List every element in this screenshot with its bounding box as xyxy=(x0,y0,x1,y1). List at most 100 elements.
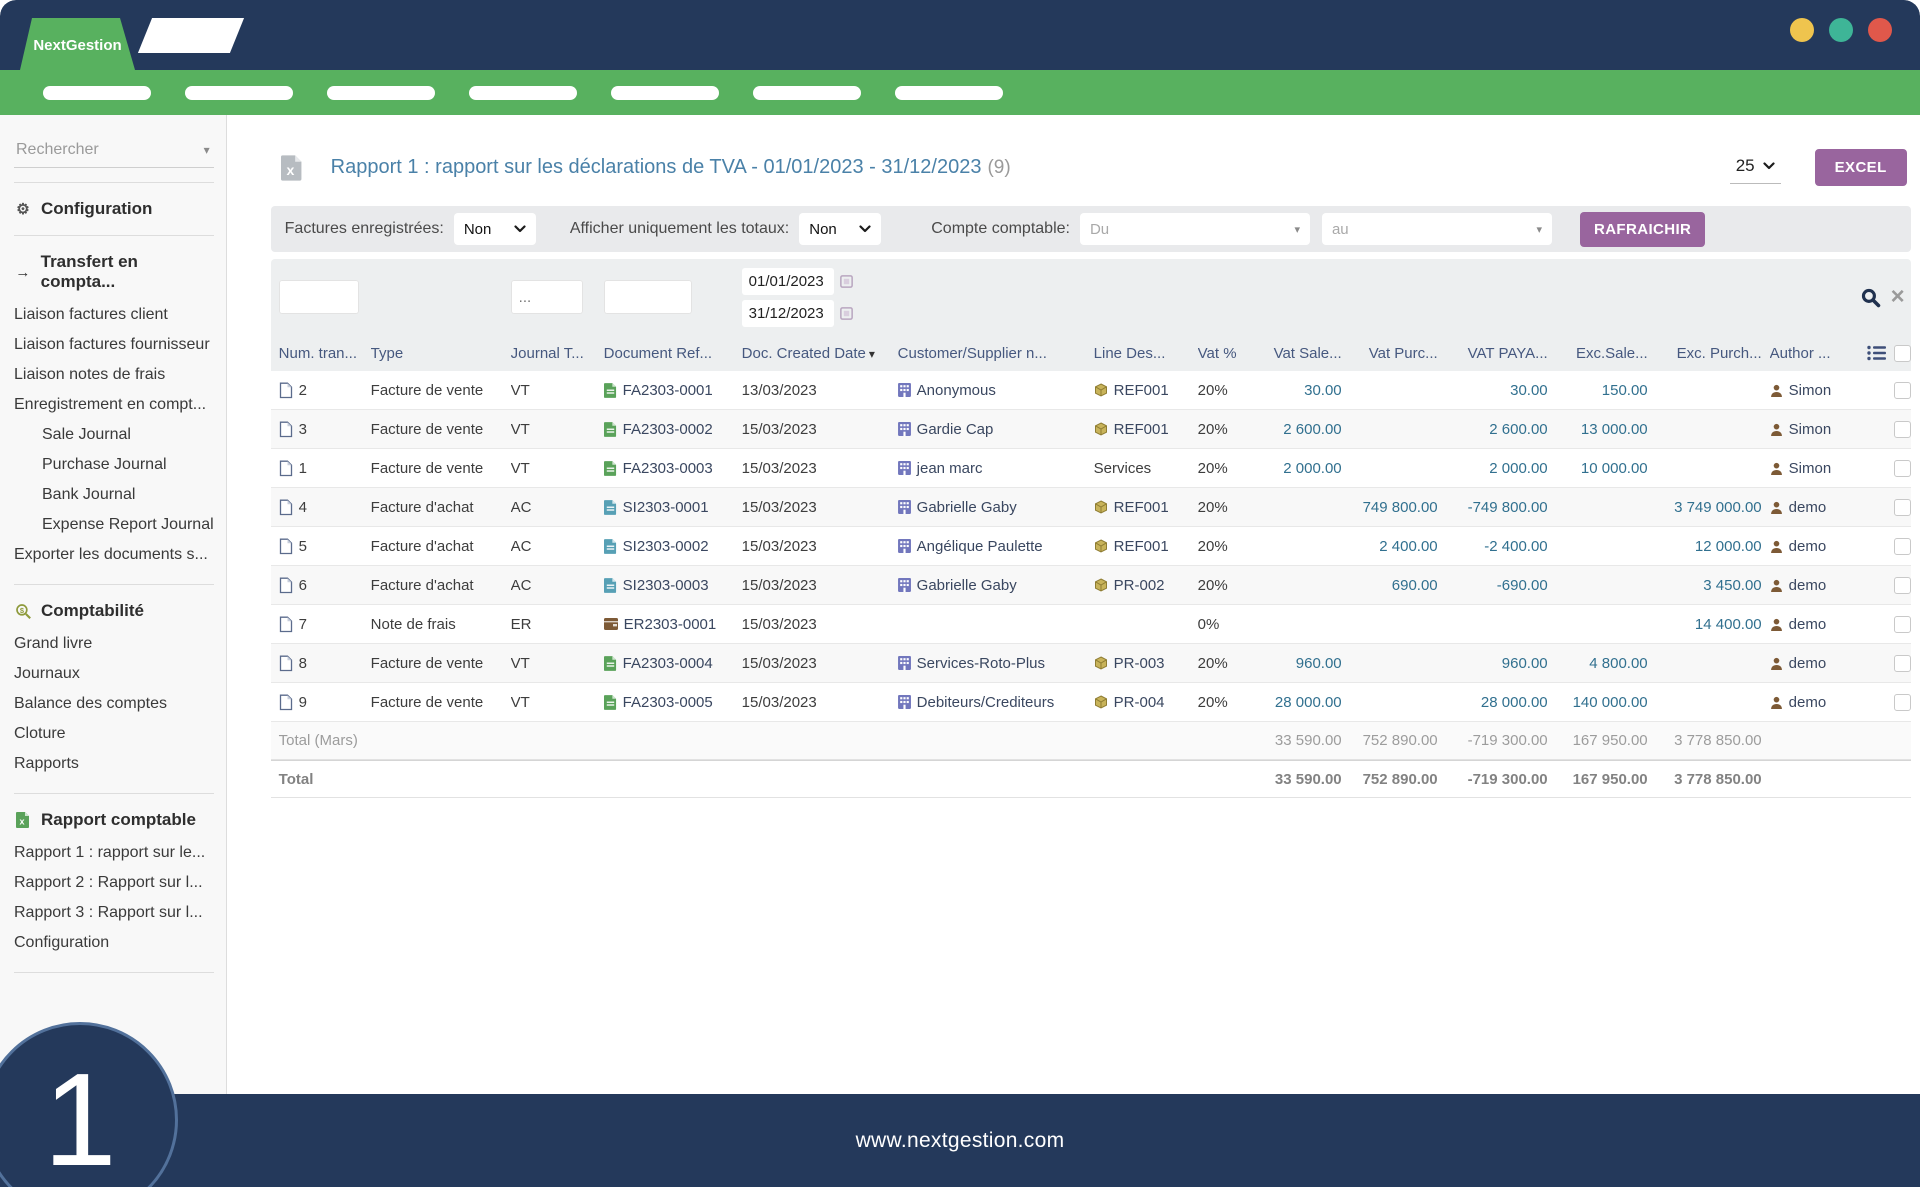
row-checkbox[interactable] xyxy=(1894,616,1911,633)
cell-customer: Gabrielle Gaby xyxy=(898,499,1094,516)
table-row[interactable]: 1Facture de venteVTFA2303-000315/03/2023… xyxy=(271,449,1911,488)
column-header[interactable]: Exc. Purch... xyxy=(1656,345,1770,362)
sidebar-item[interactable]: Liaison factures fournisseur xyxy=(14,330,214,360)
column-header[interactable]: Customer/Supplier n... xyxy=(898,345,1094,362)
nav-menu-pill[interactable] xyxy=(895,86,1003,100)
table-row[interactable]: 3Facture de venteVTFA2303-000215/03/2023… xyxy=(271,410,1911,449)
total-exc-purchase: 3 778 850.00 xyxy=(1656,732,1770,749)
list-view-icon[interactable] xyxy=(1860,345,1894,361)
account-to-select[interactable]: au ▾ xyxy=(1322,213,1552,245)
table-row[interactable]: 2Facture de venteVTFA2303-000113/03/2023… xyxy=(271,371,1911,410)
column-header[interactable]: Journal T... xyxy=(511,345,604,362)
row-checkbox[interactable] xyxy=(1894,538,1911,555)
cell-line-desc: REF001 xyxy=(1094,538,1198,555)
column-header[interactable]: Document Ref... xyxy=(604,345,742,362)
sidebar-item[interactable]: Rapport 2 : Rapport sur l... xyxy=(14,868,214,898)
sidebar-item[interactable]: Configuration xyxy=(14,928,214,958)
sidebar-search-placeholder: Rechercher xyxy=(16,141,99,159)
column-header[interactable]: Author ... xyxy=(1770,345,1860,362)
table-row[interactable]: 8Facture de venteVTFA2303-000415/03/2023… xyxy=(271,644,1911,683)
registered-filter-select[interactable]: Non xyxy=(454,213,536,245)
row-checkbox[interactable] xyxy=(1894,577,1911,594)
table-row[interactable]: 6Facture d'achatACSI2303-000315/03/2023G… xyxy=(271,566,1911,605)
sidebar-item[interactable]: Purchase Journal xyxy=(14,450,214,480)
table-row[interactable]: 7Note de fraisERER2303-000115/03/20230%1… xyxy=(271,605,1911,644)
sort-caret-icon: ▾ xyxy=(869,347,875,361)
cell-vat-payable: 2 000.00 xyxy=(1446,460,1556,477)
search-icon[interactable] xyxy=(1860,287,1881,308)
brand-tab[interactable]: NextGestion xyxy=(20,18,135,70)
sidebar-item[interactable]: Grand livre xyxy=(14,629,214,659)
page-size-select[interactable]: 25 xyxy=(1730,152,1781,184)
sidebar-item[interactable]: Cloture xyxy=(14,719,214,749)
nav-menu-pill[interactable] xyxy=(753,86,861,100)
journal-filter-input[interactable] xyxy=(511,280,583,314)
row-checkbox[interactable] xyxy=(1894,421,1911,438)
maximize-button[interactable] xyxy=(1829,18,1853,42)
sidebar-group-header[interactable]: $Comptabilité xyxy=(14,599,214,623)
nav-menu-pill[interactable] xyxy=(43,86,151,100)
minimize-button[interactable] xyxy=(1790,18,1814,42)
sidebar-group-header[interactable]: ⚙Configuration xyxy=(14,197,214,221)
sidebar-item[interactable]: Liaison factures client xyxy=(14,300,214,330)
date-to-input[interactable] xyxy=(742,300,834,327)
calendar-icon[interactable] xyxy=(840,307,853,320)
column-header[interactable]: Line Des... xyxy=(1094,345,1198,362)
sidebar-item[interactable]: Enregistrement en compt... xyxy=(14,390,214,420)
close-button[interactable] xyxy=(1868,18,1892,42)
excel-export-button[interactable]: EXCEL xyxy=(1815,149,1907,186)
column-header[interactable]: Vat % xyxy=(1198,345,1254,362)
table-row[interactable]: 9Facture de venteVTFA2303-000515/03/2023… xyxy=(271,683,1911,722)
column-header[interactable]: Exc.Sale... xyxy=(1556,345,1656,362)
sidebar-group-header[interactable]: →Transfert en compta... xyxy=(14,250,214,294)
sidebar-item[interactable]: Exporter les documents s... xyxy=(14,540,214,570)
nav-menu-pill[interactable] xyxy=(469,86,577,100)
row-checkbox[interactable] xyxy=(1894,694,1911,711)
select-all-checkbox[interactable] xyxy=(1894,345,1911,362)
row-checkbox[interactable] xyxy=(1894,499,1911,516)
account-from-select[interactable]: Du ▾ xyxy=(1080,213,1310,245)
totals-only-filter-select[interactable]: Non xyxy=(799,213,881,245)
secondary-tab[interactable] xyxy=(138,18,244,53)
table-row[interactable]: 5Facture d'achatACSI2303-000215/03/2023A… xyxy=(271,527,1911,566)
nav-menu-pill[interactable] xyxy=(185,86,293,100)
clear-filters-icon[interactable]: × xyxy=(1891,285,1905,309)
sidebar-group-header[interactable]: xRapport comptable xyxy=(14,808,214,832)
total-exc-purchase: 3 778 850.00 xyxy=(1656,771,1770,788)
sidebar-item[interactable]: Bank Journal xyxy=(14,480,214,510)
sidebar-group: $Comptabilité Grand livreJournauxBalance … xyxy=(14,584,214,779)
sidebar-item[interactable]: Liaison notes de frais xyxy=(14,360,214,390)
column-header[interactable]: Type xyxy=(371,345,511,362)
cell-vat-purchase: 749 800.00 xyxy=(1350,499,1446,516)
row-checkbox[interactable] xyxy=(1894,460,1911,477)
column-header[interactable]: Num. tran... xyxy=(271,345,371,362)
table-row[interactable]: 4Facture d'achatACSI2303-000115/03/2023G… xyxy=(271,488,1911,527)
nav-menu-pill[interactable] xyxy=(611,86,719,100)
column-header[interactable]: Vat Purc... xyxy=(1350,345,1446,362)
sidebar-group-label: Transfert en compta... xyxy=(41,252,214,292)
column-header[interactable]: Doc. Created Date▾ xyxy=(742,345,898,362)
sidebar-item[interactable]: Rapports xyxy=(14,749,214,779)
column-header[interactable]: Vat Sale... xyxy=(1254,345,1350,362)
sidebar-item[interactable]: Expense Report Journal xyxy=(14,510,214,540)
refresh-button[interactable]: RAFRAICHIR xyxy=(1580,212,1705,247)
num-filter-input[interactable] xyxy=(279,280,359,314)
column-header[interactable]: VAT PAYA... xyxy=(1446,345,1556,362)
calendar-icon[interactable] xyxy=(840,275,853,288)
sidebar-item[interactable]: Balance des comptes xyxy=(14,689,214,719)
row-checkbox[interactable] xyxy=(1894,655,1911,672)
sidebar-item[interactable]: Rapport 1 : rapport sur le... xyxy=(14,838,214,868)
row-checkbox[interactable] xyxy=(1894,382,1911,399)
nav-menu-pill[interactable] xyxy=(327,86,435,100)
cube-icon xyxy=(1094,578,1108,592)
document-ref-filter-input[interactable] xyxy=(604,280,692,314)
sidebar-item[interactable]: Journaux xyxy=(14,659,214,689)
date-from-input[interactable] xyxy=(742,268,834,295)
total-vat-purchase: 752 890.00 xyxy=(1350,771,1446,788)
brand-logo-text: NextGestion xyxy=(33,37,121,54)
chevron-down-icon xyxy=(1763,162,1775,170)
sidebar-item[interactable]: Sale Journal xyxy=(14,420,214,450)
building-icon xyxy=(898,539,911,553)
sidebar-search-select[interactable]: Rechercher ▾ xyxy=(14,135,214,168)
sidebar-item[interactable]: Rapport 3 : Rapport sur l... xyxy=(14,898,214,928)
